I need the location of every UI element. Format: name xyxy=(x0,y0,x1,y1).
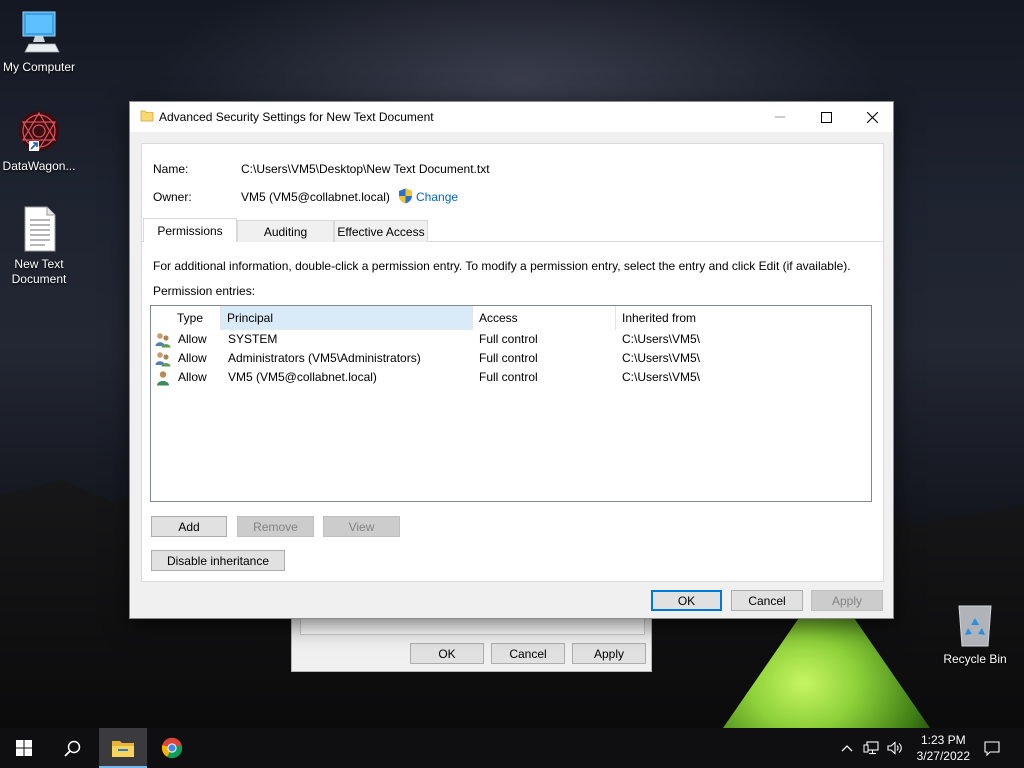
search-icon xyxy=(63,740,80,757)
list-header: Type Principal Access Inherited from xyxy=(151,306,871,330)
column-header-type[interactable]: Type xyxy=(171,306,221,330)
background-cancel-button[interactable]: Cancel xyxy=(491,643,565,664)
close-icon xyxy=(866,111,878,123)
entry-type: Allow xyxy=(178,332,207,346)
add-button[interactable]: Add xyxy=(151,516,227,537)
search-button[interactable] xyxy=(48,728,96,768)
column-header-access[interactable]: Access xyxy=(473,306,616,330)
notification-icon xyxy=(984,740,1000,756)
maximize-icon xyxy=(820,111,832,123)
clock-date: 3/27/2022 xyxy=(916,749,970,763)
clock[interactable]: 1:23 PM 3/27/2022 xyxy=(917,732,970,764)
network-button[interactable] xyxy=(860,728,882,768)
background-apply-button[interactable]: Apply xyxy=(572,643,646,664)
background-properties-dialog: OK Cancel Apply xyxy=(291,612,652,672)
window-title: Advanced Security Settings for New Text … xyxy=(159,110,434,124)
desktop-icon-datawagon[interactable]: DataWagon... xyxy=(1,107,77,174)
view-button[interactable]: View xyxy=(323,516,400,537)
remove-button[interactable]: Remove xyxy=(237,516,314,537)
desktop-icon-my-computer[interactable]: My Computer xyxy=(1,8,77,75)
desktop-icon-label: Recycle Bin xyxy=(943,652,1007,666)
entry-access: Full control xyxy=(479,332,538,346)
computer-icon xyxy=(15,8,63,56)
permission-entries-label: Permission entries: xyxy=(153,284,256,298)
datawagon-logo-icon xyxy=(15,107,63,155)
cancel-button[interactable]: Cancel xyxy=(731,590,803,611)
table-row[interactable]: Allow Administrators (VM5\Administrators… xyxy=(151,349,871,368)
entry-inherited-from: C:\Users\VM5\ xyxy=(622,351,701,365)
name-value: C:\Users\VM5\Desktop\New Text Document.t… xyxy=(241,162,490,176)
uac-shield-icon xyxy=(398,188,413,207)
security-settings-panel: Name: C:\Users\VM5\Desktop\New Text Docu… xyxy=(141,143,884,582)
entry-access: Full control xyxy=(479,370,538,384)
show-hidden-icons-button[interactable] xyxy=(838,728,856,768)
name-label: Name: xyxy=(153,162,189,176)
owner-label: Owner: xyxy=(153,190,192,204)
recycle-bin-icon xyxy=(951,600,999,648)
taskbar: 1:23 PM 3/27/2022 xyxy=(0,728,1024,768)
maximize-button[interactable] xyxy=(803,102,849,132)
disable-inheritance-button[interactable]: Disable inheritance xyxy=(151,550,285,571)
entry-access: Full control xyxy=(479,351,538,365)
folder-icon xyxy=(140,109,154,123)
chrome-taskbar-button[interactable] xyxy=(148,728,196,768)
change-owner-link[interactable]: Change xyxy=(416,190,458,204)
apply-button[interactable]: Apply xyxy=(811,590,883,611)
entry-principal: VM5 (VM5@collabnet.local) xyxy=(228,370,377,384)
advanced-security-settings-dialog: Advanced Security Settings for New Text … xyxy=(129,101,894,619)
desktop-icon-label: New Text Document xyxy=(11,257,67,286)
network-icon xyxy=(863,741,879,755)
file-explorer-taskbar-button[interactable] xyxy=(99,728,147,768)
ok-button[interactable]: OK xyxy=(651,590,722,611)
table-row[interactable]: Allow SYSTEM Full control C:\Users\VM5\ xyxy=(151,330,871,349)
background-ok-button[interactable]: OK xyxy=(410,643,484,664)
group-users-icon xyxy=(155,351,171,367)
entry-inherited-from: C:\Users\VM5\ xyxy=(622,370,701,384)
speaker-icon xyxy=(887,741,902,755)
tab-effective-access[interactable]: Effective Access xyxy=(334,220,428,242)
user-icon xyxy=(155,370,171,386)
tab-permissions[interactable]: Permissions xyxy=(143,218,237,242)
chevron-up-icon xyxy=(841,745,853,752)
table-row[interactable]: Allow VM5 (VM5@collabnet.local) Full con… xyxy=(151,368,871,387)
entry-type: Allow xyxy=(178,370,207,384)
entry-type: Allow xyxy=(178,351,207,365)
text-file-icon xyxy=(15,205,63,253)
chrome-icon xyxy=(161,737,183,759)
desktop-icon-label: My Computer xyxy=(2,60,76,74)
column-header-inherited-from[interactable]: Inherited from xyxy=(616,306,871,330)
permissions-info-text: For additional information, double-click… xyxy=(153,259,851,273)
desktop-icon-label: DataWagon... xyxy=(2,159,76,173)
permission-entries-list[interactable]: Type Principal Access Inherited from All… xyxy=(150,305,872,502)
close-button[interactable] xyxy=(849,102,895,132)
owner-value: VM5 (VM5@collabnet.local) xyxy=(241,190,390,204)
entry-inherited-from: C:\Users\VM5\ xyxy=(622,332,701,346)
volume-button[interactable] xyxy=(884,728,906,768)
column-header-principal[interactable]: Principal xyxy=(221,306,473,330)
desktop-icon-new-text-document[interactable]: New Text Document xyxy=(1,205,77,287)
start-button[interactable] xyxy=(0,728,48,768)
title-bar[interactable]: Advanced Security Settings for New Text … xyxy=(130,102,893,132)
action-center-button[interactable] xyxy=(980,728,1004,768)
group-users-icon xyxy=(155,332,171,348)
clock-time: 1:23 PM xyxy=(920,733,966,747)
entry-principal: SYSTEM xyxy=(228,332,278,346)
windows-logo-icon xyxy=(16,740,32,756)
desktop-icon-recycle-bin[interactable]: Recycle Bin xyxy=(937,600,1013,667)
minimize-icon xyxy=(775,116,785,118)
entry-principal: Administrators (VM5\Administrators) xyxy=(228,351,421,365)
minimize-button[interactable] xyxy=(757,102,803,132)
tab-auditing[interactable]: Auditing xyxy=(237,220,334,242)
file-explorer-icon xyxy=(112,741,134,757)
